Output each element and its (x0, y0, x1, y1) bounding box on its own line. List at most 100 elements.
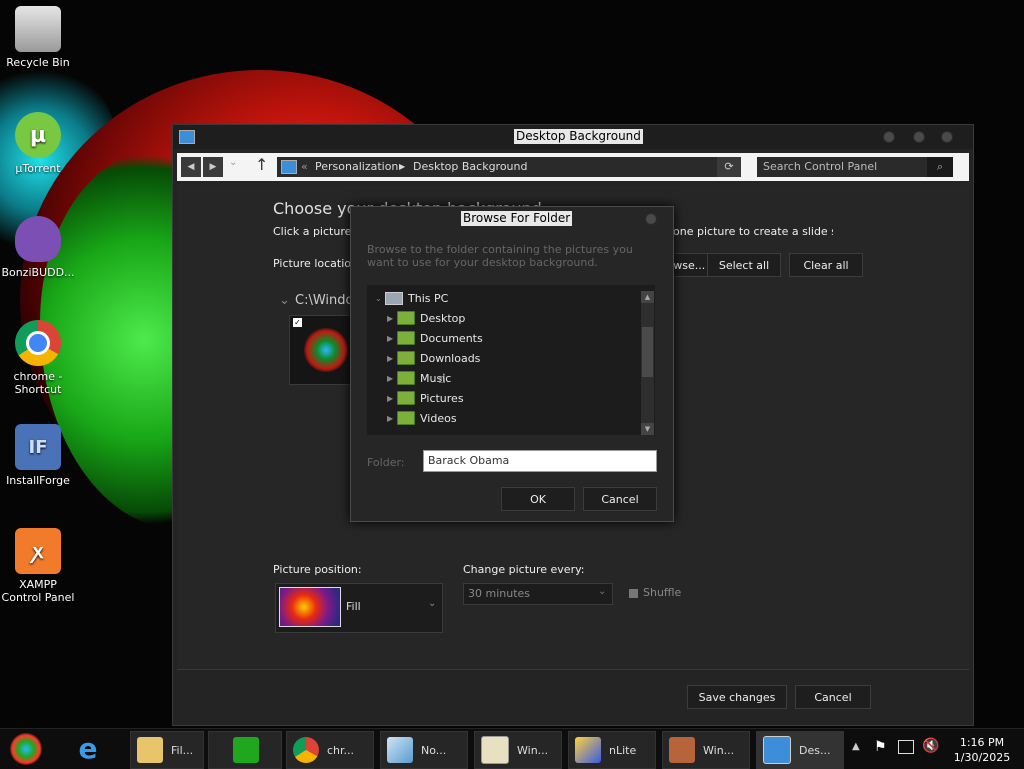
expand-arrow-icon[interactable]: ▶ (387, 314, 397, 323)
desktop-icon-label: chrome - Shortcut (13, 370, 63, 396)
search-icon[interactable]: ⌕ (927, 157, 953, 177)
music-folder-icon (397, 371, 415, 385)
maximize-button[interactable] (913, 131, 925, 143)
picture-position-select[interactable]: Fill ⌄ (275, 583, 443, 633)
cancel-button[interactable]: Cancel (795, 685, 871, 709)
tree-scrollbar[interactable]: ▲ ▼ (641, 291, 654, 435)
group-collapse-icon[interactable]: ⌄ (279, 293, 290, 308)
tree-item-label: Desktop (420, 311, 466, 325)
tree-item-downloads[interactable]: ▶ Downloads (387, 349, 480, 367)
clear-all-button[interactable]: Clear all (789, 253, 863, 277)
notepad-icon (387, 737, 413, 763)
recent-locations-icon[interactable]: ⌄ (229, 157, 237, 168)
forward-button[interactable]: ▶ (203, 157, 223, 177)
taskbar-item-windows[interactable]: Win... (662, 731, 750, 769)
desktop-icon-label: Recycle Bin (6, 56, 70, 69)
network-icon[interactable] (898, 740, 914, 754)
desktop-icon-label: XAMPP Control Panel (1, 578, 75, 604)
file-explorer-icon (137, 737, 163, 763)
taskbar-item-winrar[interactable]: Win... (474, 731, 562, 769)
save-changes-button[interactable]: Save changes (687, 685, 787, 709)
tree-item-label: Documents (420, 331, 483, 345)
breadcrumb-overflow[interactable]: « (301, 160, 308, 173)
folder-label: Folder: (367, 456, 405, 469)
dialog-close-button[interactable] (645, 213, 657, 225)
refresh-icon[interactable]: ⟳ (717, 157, 741, 177)
chrome-icon (293, 737, 319, 763)
expand-arrow-icon[interactable]: ▶ (387, 354, 397, 363)
action-center-flag-icon[interactable]: ⚑ (874, 739, 887, 755)
taskbar-item-file-explorer[interactable]: Fil... (130, 731, 204, 769)
nlite-icon (575, 737, 601, 763)
tree-item-pictures[interactable]: ▶ Pictures (387, 389, 464, 407)
chevron-down-icon[interactable]: ⌄ (598, 586, 606, 597)
start-button[interactable] (10, 733, 42, 765)
breadcrumb-personalization[interactable]: Personalization (315, 160, 398, 173)
minimize-button[interactable] (883, 131, 895, 143)
breadcrumb-desktop-background[interactable]: Desktop Background (413, 160, 528, 173)
tree-item-label: Videos (420, 411, 457, 425)
thumbnail-image (304, 328, 348, 372)
tree-item-videos[interactable]: ▶ Videos (387, 409, 457, 427)
clock-time: 1:16 PM (959, 736, 1005, 749)
shuffle-label: Shuffle (643, 586, 682, 599)
desktop-icon-xampp[interactable]: ꭗ XAMPP Control Panel (0, 528, 76, 604)
taskbar-item-notepad[interactable]: No... (380, 731, 468, 769)
up-arrow-icon[interactable]: ↑ (255, 155, 268, 174)
taskbar-item-label: nLite (609, 743, 637, 757)
desktop-icon-recycle-bin[interactable]: Recycle Bin (0, 6, 76, 69)
tree-item-this-pc[interactable]: ⌄ This PC (375, 289, 448, 307)
desktop-icon-label: InstallForge (6, 474, 70, 487)
search-box[interactable]: Search Control Panel ⌕ (757, 157, 953, 177)
close-button[interactable] (941, 131, 953, 143)
collapse-arrow-icon[interactable]: ⌄ (375, 294, 385, 303)
taskbar-item-label: Des... (799, 743, 831, 757)
computer-icon (385, 291, 403, 305)
select-all-button[interactable]: Select all (707, 253, 781, 277)
search-input[interactable]: Search Control Panel (763, 160, 877, 173)
desktop-icon-utorrent[interactable]: µ µTorrent (0, 112, 76, 175)
show-hidden-icons-icon[interactable]: ▲ (852, 741, 860, 752)
folder-tree: ⌄ This PC ▶ Desktop ▶ Documents ▶ Downlo… (367, 285, 655, 435)
breadcrumb-separator-icon[interactable]: ▶ (399, 162, 405, 171)
address-bar[interactable]: « Personalization ▶ Desktop Background ⟳ (277, 157, 741, 177)
volume-muted-icon[interactable]: 🔇 (922, 738, 939, 754)
tree-item-documents[interactable]: ▶ Documents (387, 329, 483, 347)
desktop-icon-bonzibuddy[interactable]: BonziBUDD... (0, 216, 76, 279)
dialog-title: Browse For Folder (461, 211, 573, 226)
scrollbar-thumb[interactable] (642, 327, 653, 377)
taskbar-item-store[interactable] (208, 731, 282, 769)
back-button[interactable]: ◀ (181, 157, 201, 177)
change-picture-select[interactable]: 30 minutes ⌄ (463, 583, 613, 605)
shuffle-checkbox[interactable] (629, 589, 638, 598)
desktop-icon-chrome[interactable]: chrome - Shortcut (0, 320, 76, 396)
clock[interactable]: 1:16 PM 1/30/2025 (946, 735, 1018, 765)
ok-button[interactable]: OK (501, 487, 575, 511)
window-title-bar[interactable]: Desktop Background (173, 125, 973, 149)
internet-explorer-icon[interactable]: e (72, 733, 104, 765)
scroll-down-arrow-icon[interactable]: ▼ (641, 423, 654, 435)
downloads-folder-icon (397, 351, 415, 365)
checkbox-checked-icon[interactable]: ✓ (293, 318, 302, 327)
dialog-cancel-button[interactable]: Cancel (583, 487, 657, 511)
taskbar-item-nlite[interactable]: nLite (568, 731, 656, 769)
chevron-down-icon[interactable]: ⌄ (428, 598, 436, 609)
picture-location-label: Picture location: (273, 257, 362, 270)
expand-arrow-icon[interactable]: ▶ (387, 374, 397, 383)
wallpaper-thumbnail[interactable]: ✓ (289, 315, 357, 385)
expand-arrow-icon[interactable]: ▶ (387, 414, 397, 423)
scroll-up-arrow-icon[interactable]: ▲ (641, 291, 654, 303)
dialog-description: Browse to the folder containing the pict… (367, 243, 633, 269)
picture-position-value: Fill (346, 600, 361, 613)
expand-arrow-icon[interactable]: ▶ (387, 394, 397, 403)
videos-folder-icon (397, 411, 415, 425)
expand-arrow-icon[interactable]: ▶ (387, 334, 397, 343)
desktop-icon-installforge[interactable]: IF InstallForge (0, 424, 76, 487)
taskbar-item-chrome[interactable]: chr... (286, 731, 374, 769)
picture-position-label: Picture position: (273, 563, 362, 576)
windows-icon (669, 737, 695, 763)
folder-input[interactable]: Barack Obama (423, 450, 657, 472)
tree-item-desktop[interactable]: ▶ Desktop (387, 309, 465, 327)
taskbar-item-desktop-background[interactable]: Des... (756, 731, 844, 769)
desktop-icon-label: BonziBUDD... (1, 266, 75, 279)
